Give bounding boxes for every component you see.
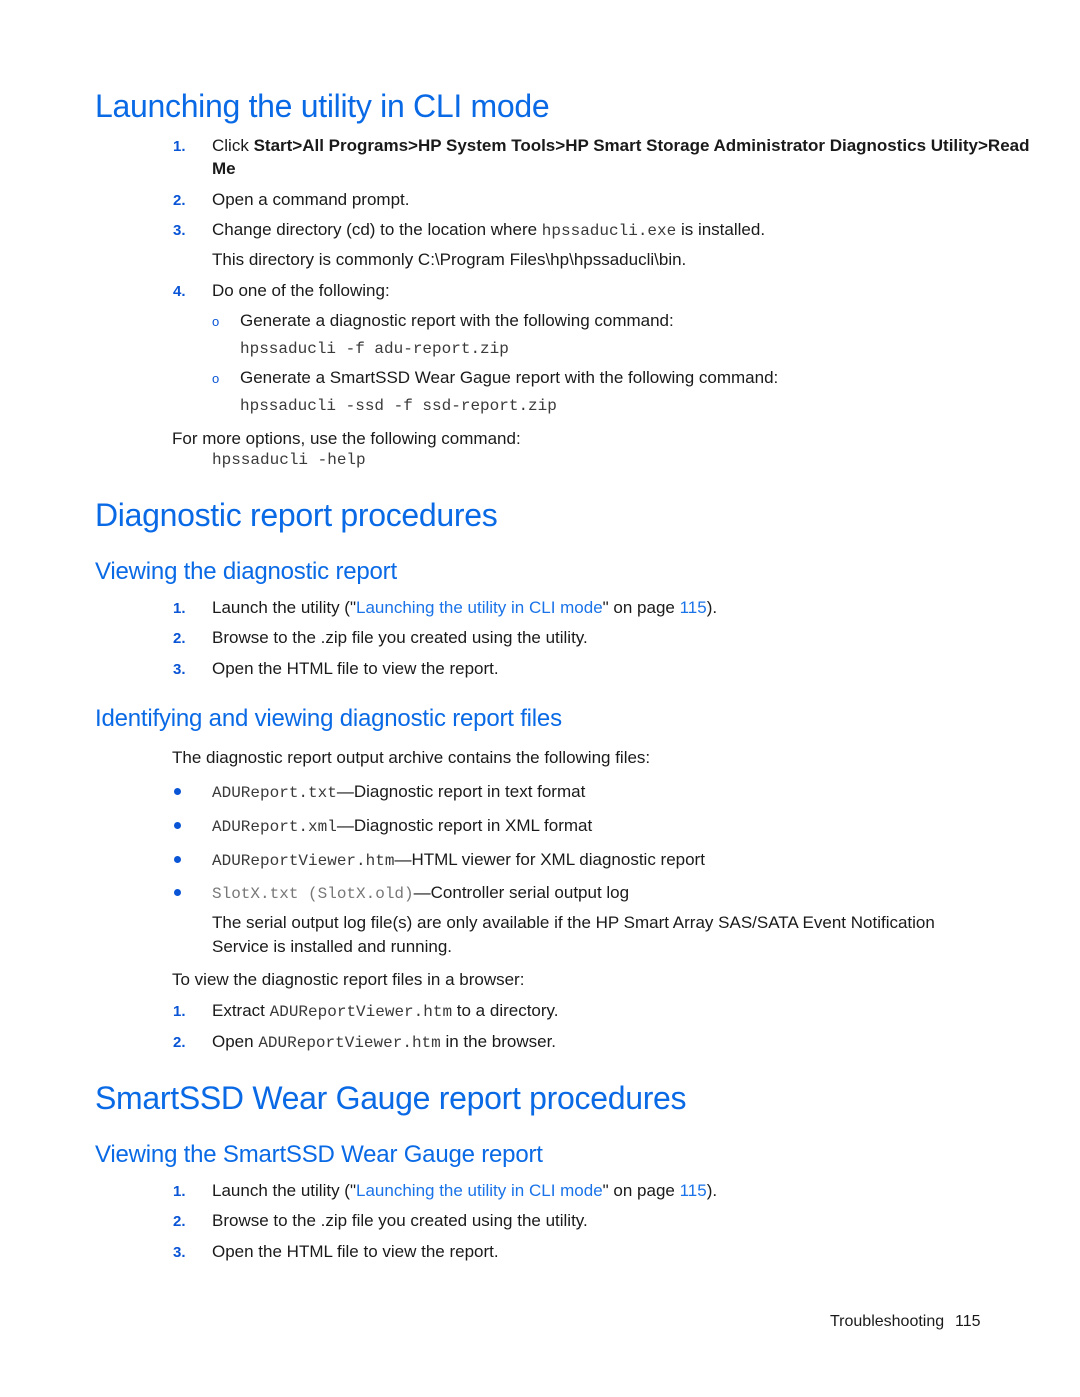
step-number: 2. <box>173 1213 186 1230</box>
step-number: 1. <box>173 1183 186 1200</box>
step-text: ). <box>706 598 718 617</box>
file-description: —HTML viewer for XML diagnostic report <box>394 850 705 869</box>
command-code: hpssaducli -ssd -f ssd-report.zip <box>240 397 557 415</box>
step-text: Launch the utility ("Launching the utili… <box>212 1181 717 1201</box>
code-inline: ADUReportViewer.htm <box>258 1034 441 1052</box>
menu-path: Start>All Programs>HP System Tools>HP Sm… <box>253 136 1030 155</box>
footer-page-number: 115 <box>955 1313 981 1330</box>
step-number: 1. <box>173 1003 186 1020</box>
step-text: Open the HTML file to view the report. <box>212 1242 499 1261</box>
file-item: ADUReport.txt—Diagnostic report in text … <box>212 782 585 802</box>
subheading-viewing-smartssd: Viewing the SmartSSD Wear Gauge report <box>95 1141 543 1168</box>
step-number: 1. <box>173 600 186 617</box>
substep-text: Generate a SmartSSD Wear Gague report wi… <box>240 368 779 387</box>
step-text: Launch the utility (" <box>212 598 357 617</box>
step-2-text: Open a command prompt. <box>212 190 410 209</box>
heading-launching-cli: Launching the utility in CLI mode <box>95 88 550 124</box>
step-text: to a directory. <box>452 1001 559 1020</box>
more-options-text: For more options, use the following comm… <box>172 429 521 448</box>
step-number: 3. <box>173 1244 186 1261</box>
step-3-note: This directory is commonly C:\Program Fi… <box>212 250 687 269</box>
serial-note: The serial output log file(s) are only a… <box>212 913 935 932</box>
step-number: 2. <box>173 630 186 647</box>
step-text: Change directory (cd) to the location wh… <box>212 220 542 239</box>
code-inline: ADUReportViewer.htm <box>269 1003 453 1021</box>
file-description: —Diagnostic report in text format <box>336 782 586 801</box>
page-link[interactable]: 115 <box>680 598 707 617</box>
file-item: ADUReport.xml—Diagnostic report in XML f… <box>212 816 592 836</box>
command-code: hpssaducli -f adu-report.zip <box>240 340 509 358</box>
step-number: 2. <box>173 1034 186 1051</box>
footer-section-name: Troubleshooting <box>830 1313 945 1330</box>
menu-path-continued: Me <box>212 159 236 178</box>
substep-text: Generate a diagnostic report with the fo… <box>240 311 674 330</box>
step-text: Open <box>212 1032 259 1051</box>
file-item: SlotX.txt (SlotX.old)—Controller serial … <box>212 883 629 903</box>
bullet-dot-icon <box>174 788 181 795</box>
file-description: —Diagnostic report in XML format <box>336 816 593 835</box>
serial-note: Service is installed and running. <box>212 937 453 956</box>
file-name: ADUReport.txt <box>212 784 337 802</box>
subheading-identifying-files: Identifying and viewing diagnostic repor… <box>95 705 562 732</box>
step-number: 3. <box>173 661 186 678</box>
file-item: ADUReportViewer.htm—HTML viewer for XML … <box>212 850 705 870</box>
bullet-dot-icon <box>174 822 181 829</box>
step-text: Browse to the .zip file you created usin… <box>212 1211 588 1230</box>
step-text: " on page <box>602 598 680 617</box>
heading-diagnostic-procedures: Diagnostic report procedures <box>95 497 498 533</box>
file-description: —Controller serial output log <box>413 883 630 902</box>
document-page: Launching the utility in CLI mode 1. Cli… <box>0 0 1080 1397</box>
files-intro: The diagnostic report output archive con… <box>172 748 651 767</box>
page-link[interactable]: 115 <box>680 1181 707 1200</box>
bullet-dot-icon <box>174 889 181 896</box>
step-text: is installed. <box>676 220 766 239</box>
file-name: SlotX.txt (SlotX.old) <box>212 885 414 903</box>
step-4-text: Do one of the following: <box>212 281 390 300</box>
bullet-dot-icon <box>174 856 181 863</box>
step-text: Open ADUReportViewer.htm in the browser. <box>212 1032 556 1052</box>
step-3-text: Change directory (cd) to the location wh… <box>212 220 765 240</box>
step-text: Extract ADUReportViewer.htm to a directo… <box>212 1001 559 1021</box>
step-text: Launch the utility (" <box>212 1181 357 1200</box>
file-name: ADUReport.xml <box>212 818 337 836</box>
step-number: 1. <box>173 138 186 155</box>
command-code: hpssaducli -help <box>212 451 366 469</box>
cross-reference-link[interactable]: Launching the utility in CLI mode <box>356 598 603 617</box>
subheading-viewing-diagnostic: Viewing the diagnostic report <box>95 558 397 585</box>
step-text: Open the HTML file to view the report. <box>212 659 499 678</box>
step-1-text: Click Start>All Programs>HP System Tools… <box>212 136 1030 156</box>
circle-bullet-icon: o <box>212 314 220 329</box>
step-number: 2. <box>173 192 186 209</box>
step-number: 4. <box>173 283 186 300</box>
step-text: Launch the utility ("Launching the utili… <box>212 598 717 618</box>
step-text: Browse to the .zip file you created usin… <box>212 628 588 647</box>
step-text: Click <box>212 136 254 155</box>
browser-intro: To view the diagnostic report files in a… <box>172 970 525 989</box>
step-text: ). <box>706 1181 718 1200</box>
step-text: Extract <box>212 1001 270 1020</box>
step-text: in the browser. <box>440 1032 557 1051</box>
circle-bullet-icon: o <box>212 371 220 386</box>
step-text: " on page <box>602 1181 680 1200</box>
heading-smartssd-procedures: SmartSSD Wear Gauge report procedures <box>95 1080 687 1116</box>
step-number: 3. <box>173 222 186 239</box>
file-name: ADUReportViewer.htm <box>212 852 395 870</box>
cross-reference-link[interactable]: Launching the utility in CLI mode <box>356 1181 603 1200</box>
code-inline: hpssaducli.exe <box>541 222 677 240</box>
